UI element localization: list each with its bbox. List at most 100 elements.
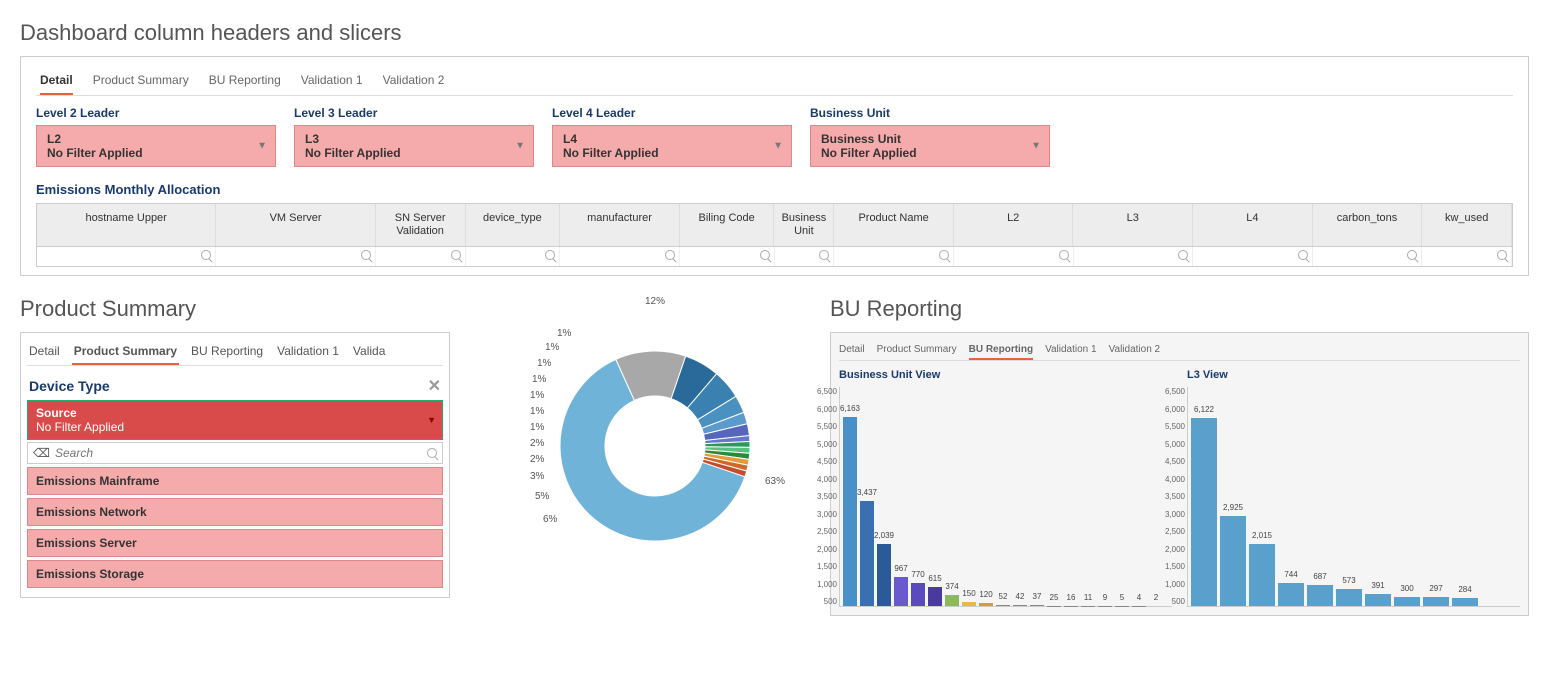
- filter-cell[interactable]: [775, 247, 835, 266]
- tab-product-summary[interactable]: Product Summary: [93, 67, 189, 95]
- close-icon[interactable]: ✕: [428, 376, 441, 396]
- tab-detail[interactable]: Detail: [40, 67, 73, 95]
- filter-clear-icon[interactable]: ⌫: [33, 446, 50, 460]
- tab-validation-1[interactable]: Validation 1: [301, 67, 363, 95]
- list-item[interactable]: Emissions Server: [27, 529, 443, 557]
- col-vm-server[interactable]: VM Server: [216, 204, 375, 246]
- pct-label: 1%: [530, 406, 544, 417]
- bu-tabs: Detail Product Summary BU Reporting Validat…: [839, 341, 1520, 361]
- bar-value: 2,039: [874, 531, 894, 540]
- bar: 52: [996, 605, 1010, 607]
- col-sn-server-validation[interactable]: SN Server Validation: [376, 204, 466, 246]
- bar: 770: [911, 583, 925, 607]
- col-product-name[interactable]: Product Name: [834, 204, 954, 246]
- search-icon: [1178, 250, 1188, 260]
- filter-cell[interactable]: [1193, 247, 1313, 266]
- bar: 6,163: [843, 417, 857, 607]
- ps-tab-validation-1[interactable]: Validation 1: [275, 339, 341, 365]
- slicer-box[interactable]: Business UnitNo Filter Applied▼: [810, 125, 1050, 167]
- bar: 744: [1278, 583, 1304, 606]
- slicer-box[interactable]: L4No Filter Applied▼: [552, 125, 792, 167]
- slicer-box[interactable]: L3No Filter Applied▼: [294, 125, 534, 167]
- bar: 42: [1013, 605, 1027, 606]
- pct-label: 2%: [530, 438, 544, 449]
- filter-cell[interactable]: [1074, 247, 1194, 266]
- bu-tab-detail[interactable]: Detail: [839, 341, 865, 360]
- search-icon[interactable]: [427, 448, 437, 458]
- search-icon: [1059, 250, 1069, 260]
- slicer-box[interactable]: L2No Filter Applied▼: [36, 125, 276, 167]
- col-l2[interactable]: L2: [954, 204, 1074, 246]
- bar: 2,925: [1220, 516, 1246, 606]
- source-line1: Source: [36, 406, 434, 420]
- bu-tab-validation-1[interactable]: Validation 1: [1045, 341, 1097, 360]
- search-input[interactable]: [55, 446, 427, 460]
- ps-tab-product-summary[interactable]: Product Summary: [72, 339, 179, 365]
- tab-bu-reporting[interactable]: BU Reporting: [209, 67, 281, 95]
- bu-bar-chart: 6,5006,0005,5005,0004,5004,0003,5003,000…: [839, 387, 1172, 607]
- bar: 6,122: [1191, 418, 1217, 606]
- filter-cell[interactable]: [216, 247, 375, 266]
- search-icon: [545, 250, 555, 260]
- col-l4[interactable]: L4: [1193, 204, 1313, 246]
- source-line2: No Filter Applied: [36, 420, 434, 434]
- table-title: Emissions Monthly Allocation: [36, 182, 1513, 197]
- ps-tab-bu-reporting[interactable]: BU Reporting: [189, 339, 265, 365]
- grid-header: hostname UpperVM ServerSN Server Validat…: [37, 204, 1512, 247]
- pct-label: 1%: [530, 422, 544, 433]
- filter-cell[interactable]: [1422, 247, 1512, 266]
- filter-cell[interactable]: [37, 247, 216, 266]
- ps-tab-valida[interactable]: Valida: [351, 339, 387, 365]
- bar: 2,015: [1249, 544, 1275, 606]
- pct-label: 1%: [557, 328, 571, 339]
- bar-value: 42: [1016, 592, 1025, 601]
- slicer-row: Level 2 LeaderL2No Filter Applied▼ Level …: [36, 106, 1513, 167]
- bar: 687: [1307, 585, 1333, 606]
- col-business-unit[interactable]: Business Unit: [774, 204, 834, 246]
- filter-cell[interactable]: [560, 247, 680, 266]
- search-icon: [361, 250, 371, 260]
- source-slicer[interactable]: Source No Filter Applied ▼: [27, 400, 443, 440]
- col-device_type[interactable]: device_type: [466, 204, 561, 246]
- ps-tab-detail[interactable]: Detail: [27, 339, 62, 365]
- filter-cell[interactable]: [834, 247, 954, 266]
- list-item[interactable]: Emissions Storage: [27, 560, 443, 588]
- search-icon: [939, 250, 949, 260]
- col-l3[interactable]: L3: [1073, 204, 1193, 246]
- pct-label: 1%: [545, 342, 559, 353]
- pct-label: 63%: [765, 476, 785, 487]
- col-carbon_tons[interactable]: carbon_tons: [1313, 204, 1423, 246]
- filter-cell[interactable]: [1313, 247, 1423, 266]
- bu-tab-validation-2[interactable]: Validation 2: [1109, 341, 1161, 360]
- filter-cell[interactable]: [376, 247, 466, 266]
- bar-value: 16: [1067, 593, 1076, 602]
- chevron-down-icon: ▼: [773, 141, 783, 152]
- tab-validation-2[interactable]: Validation 2: [383, 67, 445, 95]
- col-hostname-upper[interactable]: hostname Upper: [37, 204, 216, 246]
- l3-chart-title: L3 View: [1187, 369, 1520, 381]
- bu-tab-product-summary[interactable]: Product Summary: [877, 341, 957, 360]
- emissions-grid: hostname UpperVM ServerSN Server Validat…: [36, 203, 1513, 267]
- filter-cell[interactable]: [680, 247, 775, 266]
- list-item[interactable]: Emissions Network: [27, 498, 443, 526]
- col-biling-code[interactable]: Biling Code: [680, 204, 775, 246]
- col-manufacturer[interactable]: manufacturer: [560, 204, 680, 246]
- slicer-label: Level 3 Leader: [294, 106, 534, 120]
- chevron-down-icon: ▼: [427, 415, 436, 425]
- slicer-l2: Level 2 LeaderL2No Filter Applied▼: [36, 106, 276, 167]
- bu-tab-bu-reporting[interactable]: BU Reporting: [969, 341, 1033, 360]
- bar: 284: [1452, 598, 1478, 607]
- filter-cell[interactable]: [954, 247, 1074, 266]
- search-icon: [451, 250, 461, 260]
- bar-value: 120: [979, 590, 992, 599]
- col-kw_used[interactable]: kw_used: [1422, 204, 1512, 246]
- bar: 374: [945, 595, 959, 607]
- search-icon: [1298, 250, 1308, 260]
- filter-cell[interactable]: [466, 247, 561, 266]
- bar-value: 687: [1313, 572, 1326, 581]
- device-type-header: Device Type ✕: [27, 372, 443, 400]
- bar: 297: [1423, 597, 1449, 606]
- pct-label: 6%: [543, 514, 557, 525]
- ps-panel: Detail Product Summary BU Reporting Validat…: [20, 332, 450, 598]
- list-item[interactable]: Emissions Mainframe: [27, 467, 443, 495]
